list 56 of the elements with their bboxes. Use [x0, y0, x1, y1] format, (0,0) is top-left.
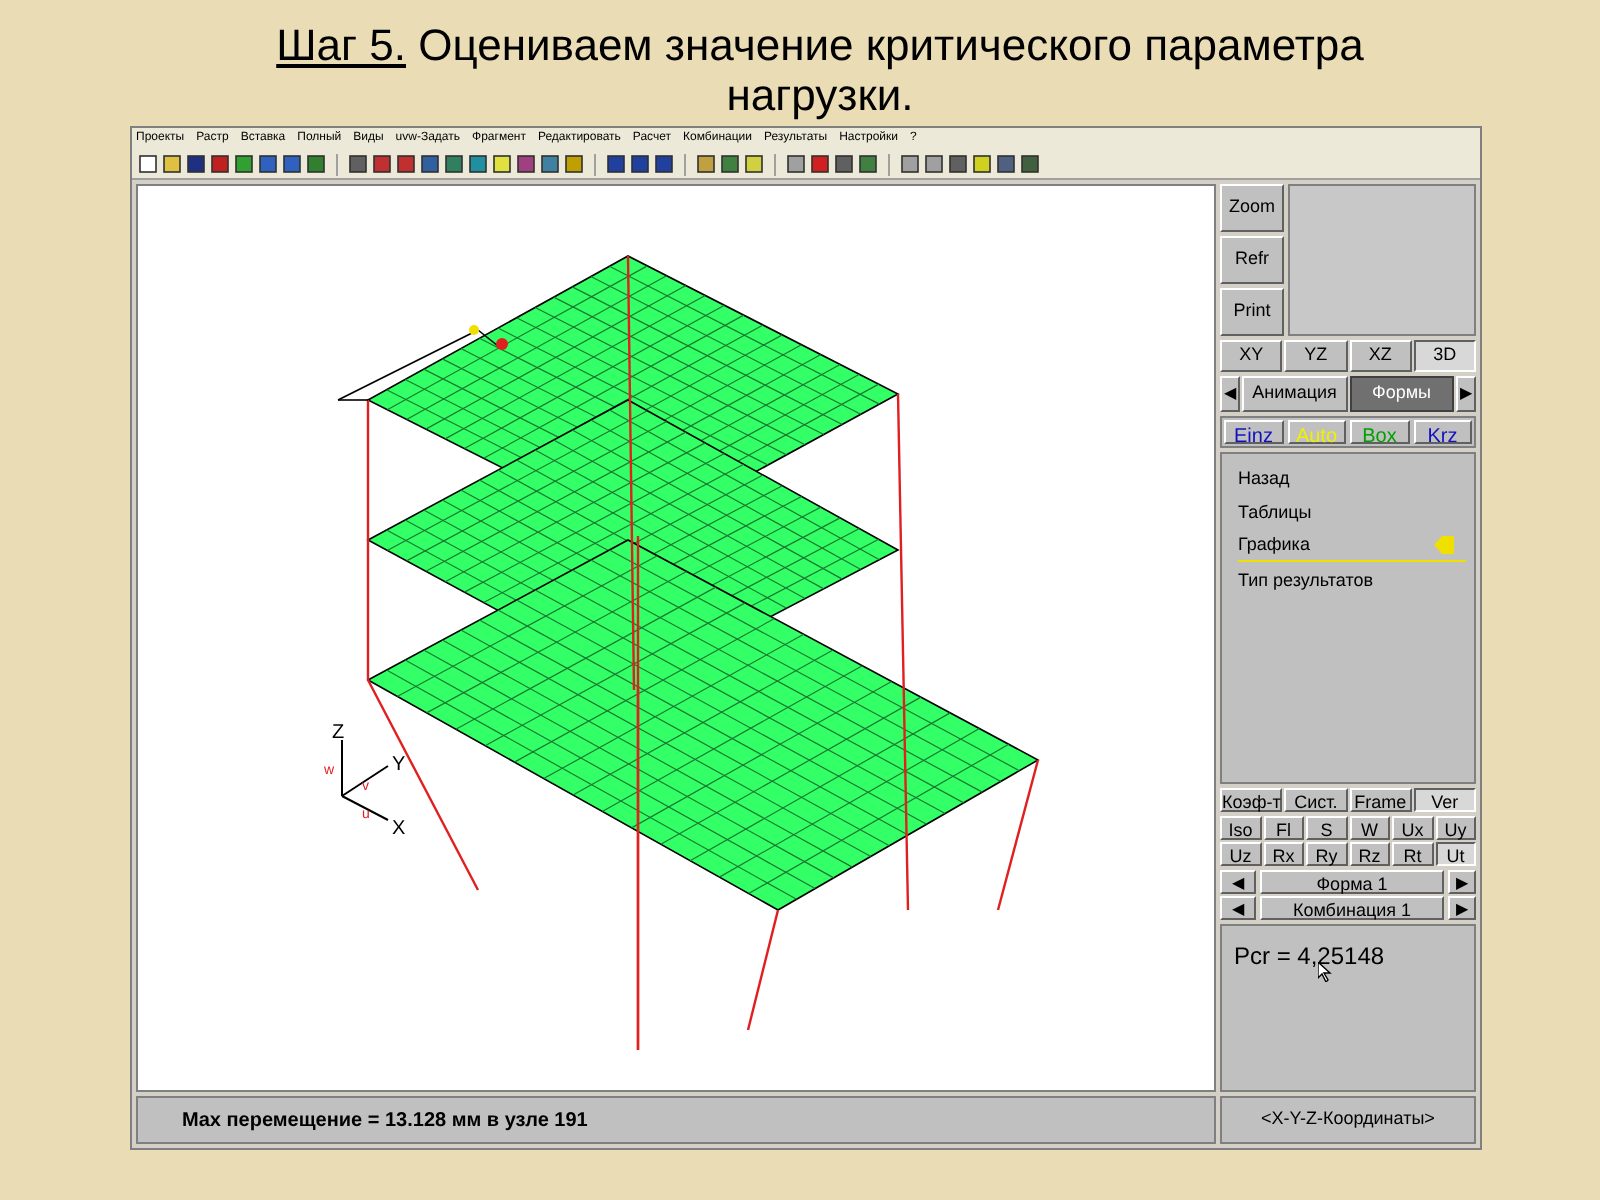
menu-entry[interactable]: Тип результатов [1238, 567, 1466, 594]
view-tab[interactable]: XZ [1349, 340, 1412, 372]
component-button[interactable]: Uy [1435, 816, 1476, 840]
component-button[interactable]: Ut [1435, 842, 1476, 866]
component-button[interactable]: Uz [1220, 842, 1261, 866]
result-tab[interactable]: Ver [1413, 788, 1476, 812]
component-button[interactable]: Rt [1392, 842, 1433, 866]
menu-entry[interactable]: Назад [1238, 466, 1466, 493]
view-tab[interactable]: 3D [1413, 340, 1476, 372]
component-button[interactable]: Iso [1220, 816, 1261, 840]
axis-label: Z [332, 722, 345, 744]
view-tab[interactable]: YZ [1284, 340, 1347, 372]
axis-label: X [392, 818, 406, 840]
result-tab[interactable]: Frame [1349, 788, 1412, 812]
axis-label: Y [392, 754, 406, 776]
axes-drawing [341, 739, 389, 821]
component-button[interactable]: Fl [1263, 816, 1304, 840]
menu-entry-text: Тип результатов [1238, 567, 1374, 594]
component-button[interactable]: Rz [1349, 842, 1390, 866]
mode-tab[interactable]: Анимация [1242, 376, 1347, 412]
previous-button[interactable]: ◀ [1220, 376, 1240, 412]
selector-field[interactable]: Комбинация 1 [1260, 896, 1444, 920]
result-tab[interactable]: Сист. [1284, 788, 1348, 812]
coordinates-button[interactable]: <X-Y-Z-Координаты> [1220, 1096, 1476, 1144]
component-button[interactable]: Ux [1392, 816, 1433, 840]
previous-button[interactable]: ◀ [1220, 896, 1256, 920]
next-button[interactable]: ▶ [1448, 870, 1476, 894]
result-text: Pcr = 4,25148 [1234, 942, 1385, 970]
result-tab[interactable]: Коэф-т [1220, 788, 1283, 812]
menu-entry[interactable]: Таблицы [1238, 499, 1466, 526]
component-button[interactable]: Ry [1306, 842, 1347, 866]
mode-tab[interactable]: Формы [1349, 376, 1454, 412]
filter-button[interactable]: Einz [1224, 420, 1283, 444]
status-bar: Max перемещение = 13.128 мм в узле 191 [136, 1096, 1216, 1144]
column-line [746, 909, 780, 1031]
next-button[interactable]: ▶ [1448, 896, 1476, 920]
view-tab[interactable]: XY [1220, 340, 1283, 372]
side-button[interactable]: Refr [1220, 236, 1284, 284]
filter-button[interactable]: Krz [1413, 420, 1472, 444]
node-marker [469, 325, 479, 335]
node-marker [496, 338, 508, 350]
slide-title: Оцениваем значение критического параметра нагрузки. [418, 20, 1364, 120]
selector-field[interactable]: Форма 1 [1260, 870, 1444, 894]
step-label: Шаг 5. [276, 20, 406, 70]
pointer-marker-icon [1434, 536, 1454, 555]
component-button[interactable]: Rx [1263, 842, 1304, 866]
previous-button[interactable]: ◀ [1220, 870, 1256, 894]
component-button[interactable]: S [1306, 816, 1347, 840]
menu-entry[interactable]: Графика [1238, 532, 1466, 561]
menu-entry-text: Таблицы [1238, 499, 1312, 526]
side-button[interactable]: Zoom [1220, 184, 1284, 232]
side-button[interactable]: Print [1220, 288, 1284, 336]
menu-entry-text: Графика [1238, 532, 1310, 558]
menu-entry-text: Назад [1238, 466, 1290, 492]
next-button[interactable]: ▶ [1456, 376, 1476, 412]
component-button[interactable]: W [1349, 816, 1390, 840]
